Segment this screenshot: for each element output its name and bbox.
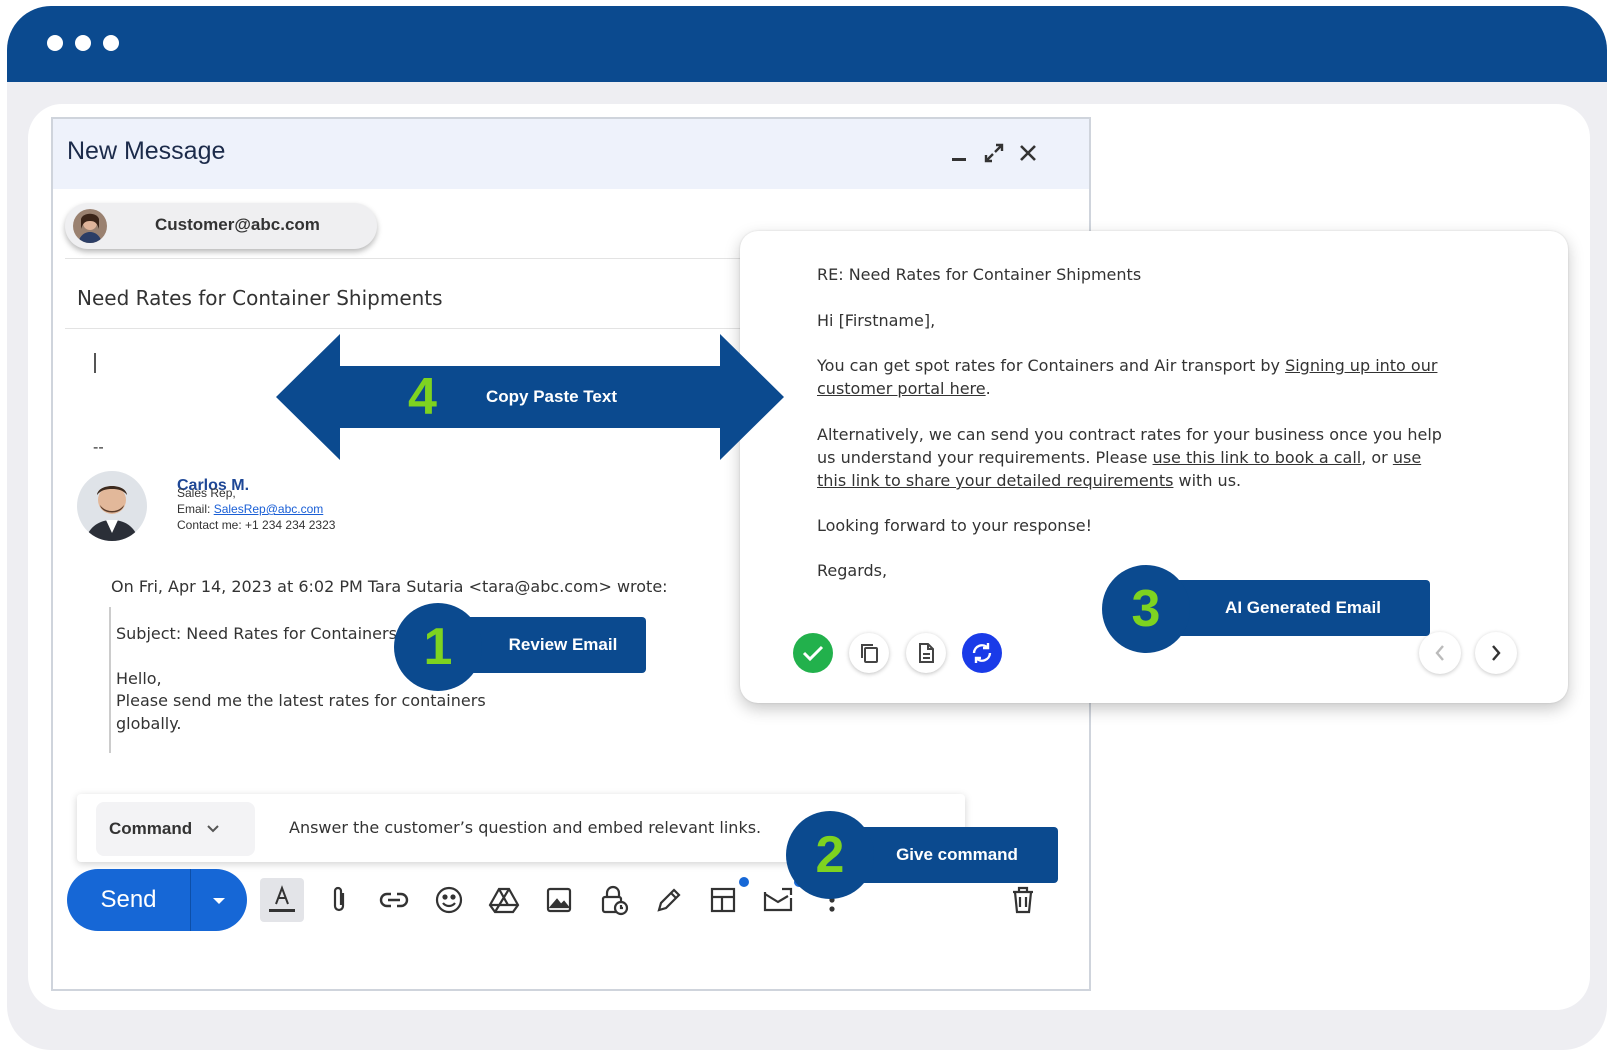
prev-arrow-icon[interactable] (1419, 632, 1461, 674)
ai-paragraph-line: this link to share your detailed require… (817, 471, 1241, 490)
text-cursor (94, 353, 96, 373)
ai-portal-link[interactable]: customer portal here (817, 379, 986, 398)
ai-requirements-link[interactable]: this link to share your detailed require… (817, 471, 1173, 490)
recipient-chip[interactable]: Customer@abc.com (65, 203, 377, 249)
subject-field[interactable]: Need Rates for Container Shipments (77, 286, 443, 310)
quote-header: On Fri, Apr 14, 2023 at 6:02 PM Tara Sut… (111, 577, 668, 596)
ai-sign-off: Regards, (817, 561, 888, 580)
quote-body-line: globally. (116, 714, 182, 733)
ai-greeting: Hi [Firstname], (817, 311, 936, 330)
callout-number-4: 4 (408, 368, 437, 426)
compose-header: New Message (53, 119, 1089, 189)
send-options-button[interactable] (191, 869, 247, 931)
callout-number-1: 1 (394, 603, 482, 691)
callout-label-ai: AI Generated Email (1225, 598, 1381, 617)
signature-separator: -- (93, 439, 104, 456)
ai-paragraph-line: You can get spot rates for Containers an… (817, 356, 1437, 375)
next-arrow-icon[interactable] (1475, 632, 1517, 674)
command-input[interactable]: Answer the customer’s question and embed… (289, 818, 761, 837)
quote-subject: Subject: Need Rates for Containers (116, 624, 397, 643)
ai-book-call-link[interactable]: use this link to book a call (1153, 448, 1362, 467)
send-button[interactable]: Send (67, 869, 191, 931)
ai-paragraph-line: customer portal here. (817, 379, 991, 398)
ai-closing: Looking forward to your response! (817, 516, 1093, 535)
callout-label-command: Give command (896, 845, 1018, 864)
signature-email: Email: SalesRep@abc.com (177, 502, 323, 516)
callout-label-copy: Copy Paste Text (486, 387, 618, 406)
quote-bar (109, 607, 111, 753)
ai-paragraph-line: us understand your requirements. Please … (817, 448, 1421, 467)
accept-check-icon[interactable] (793, 633, 833, 673)
close-icon[interactable] (1012, 137, 1044, 169)
document-icon[interactable] (906, 633, 946, 673)
notification-dot (739, 877, 749, 887)
signature-email-link[interactable]: SalesRep@abc.com (214, 502, 324, 516)
emoji-icon[interactable] (427, 878, 471, 922)
quote-body-line: Please send me the latest rates for cont… (116, 691, 486, 710)
copy-icon[interactable] (849, 633, 889, 673)
expand-icon[interactable] (978, 137, 1010, 169)
avatar (73, 209, 107, 243)
ai-text: . (985, 379, 991, 398)
callout-ai-generated: AI Generated Email (1150, 580, 1430, 636)
compose-title: New Message (67, 137, 226, 165)
ai-signup-link[interactable]: Signing up into our (1285, 356, 1437, 375)
layout-template-icon[interactable] (701, 878, 745, 922)
email-template-icon[interactable] (756, 878, 800, 922)
format-text-icon[interactable] (260, 878, 304, 922)
signature-email-label: Email: (177, 502, 214, 516)
quote-greeting: Hello, (116, 669, 162, 688)
window-dot (47, 35, 63, 51)
signature-pen-icon[interactable] (647, 878, 691, 922)
signature-contact: Contact me: +1 234 234 2323 (177, 518, 336, 532)
link-icon[interactable] (372, 878, 416, 922)
caret-down-icon (211, 891, 227, 910)
ai-text: with us. (1173, 471, 1242, 490)
callout-number-3: 3 (1102, 565, 1190, 653)
ai-text: You can get spot rates for Containers an… (817, 356, 1286, 375)
recipient-email: Customer@abc.com (155, 215, 320, 234)
callout-label-review: Review Email (508, 635, 618, 654)
callout-number-2: 2 (786, 811, 874, 899)
image-icon[interactable] (537, 878, 581, 922)
window-dot (103, 35, 119, 51)
ai-text: us understand your requirements. Please (817, 448, 1153, 467)
ai-paragraph-line: Alternatively, we can send you contract … (817, 425, 1442, 444)
trash-icon[interactable] (1001, 878, 1045, 922)
command-dropdown-label: Command (109, 819, 193, 838)
signature-avatar (77, 471, 147, 541)
attach-icon[interactable] (317, 878, 361, 922)
ai-requirements-link[interactable]: use (1393, 448, 1421, 467)
confidential-lock-icon[interactable] (592, 878, 636, 922)
window-dot (75, 35, 91, 51)
ai-subject: RE: Need Rates for Container Shipments (817, 265, 1142, 284)
command-dropdown[interactable]: Command (96, 802, 255, 856)
minimize-icon[interactable] (943, 137, 975, 169)
signature-role: Sales Rep, (177, 486, 236, 500)
regenerate-icon[interactable] (962, 633, 1002, 673)
ai-text: , or (1361, 448, 1393, 467)
drive-icon[interactable] (482, 878, 526, 922)
send-button-group: Send (67, 869, 247, 931)
chevron-down-icon (206, 824, 220, 834)
browser-titlebar (7, 6, 1607, 82)
